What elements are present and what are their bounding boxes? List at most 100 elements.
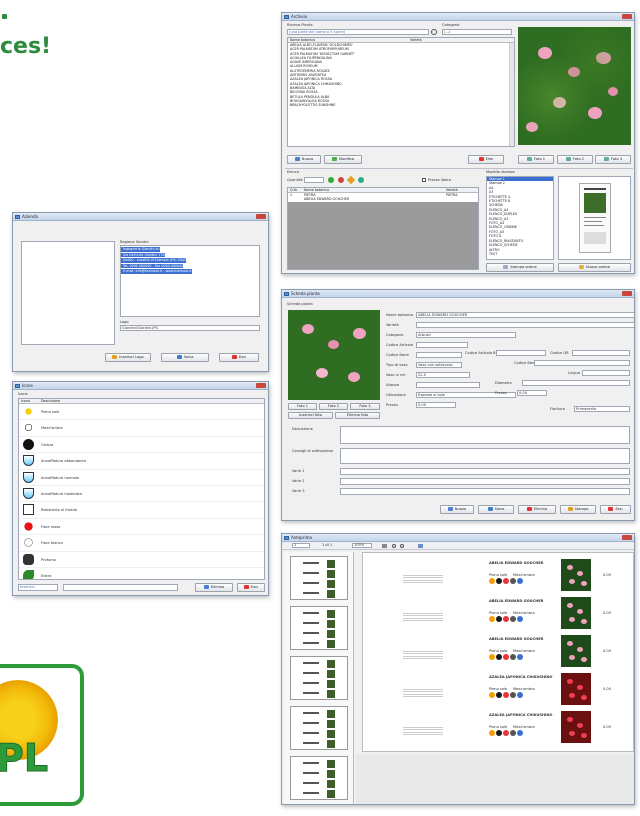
category-select[interactable]: (...) <box>442 29 512 35</box>
text-area[interactable] <box>340 488 630 495</box>
icons-list[interactable]: Icona Descrizione Pieno sole Mezz'ombra Omb… <box>18 398 265 580</box>
exit-button[interactable]: Esci <box>219 353 259 362</box>
zoom-out-icon[interactable] <box>400 544 404 548</box>
photo2-button[interactable]: Foto 2 <box>557 155 593 164</box>
list-item[interactable]: BRACHYGLOTTIS SUNSHINE <box>288 103 514 107</box>
edit-icon[interactable] <box>346 175 356 185</box>
save-button[interactable]: Salva <box>161 353 209 362</box>
list-item[interactable]: Resistente al freddo <box>19 502 264 519</box>
company-textarea[interactable]: Ingegneria Giardini srl Via Dell'Arte Gia… <box>120 245 260 317</box>
thumbnail-page[interactable] <box>290 606 348 650</box>
thumb-photo <box>327 570 335 578</box>
thumbnail-page[interactable] <box>290 656 348 700</box>
price2-field[interactable]: 0.00 <box>517 390 547 396</box>
new-order-button[interactable]: Nuovo ordine <box>558 263 631 272</box>
close-button[interactable] <box>256 214 266 219</box>
text-area[interactable] <box>340 448 630 464</box>
field-input[interactable]: 22.0 <box>416 372 470 378</box>
photo1-button[interactable]: Foto 1 <box>518 155 554 164</box>
layout-item[interactable]: TEST <box>487 252 553 256</box>
insert-logo-button[interactable]: Inserisci Logo <box>105 353 151 362</box>
list-item[interactable]: Profumo <box>19 552 264 568</box>
clear-icon[interactable] <box>358 177 364 183</box>
free-price-checkbox[interactable] <box>422 178 426 182</box>
add-icon[interactable] <box>328 177 334 183</box>
code-article-b-field[interactable] <box>496 350 546 356</box>
field-input[interactable]: Arbusti <box>416 332 516 338</box>
photo3-button[interactable]: Foto 3 <box>350 403 380 410</box>
photo3-button[interactable]: Foto 3 <box>595 155 631 164</box>
thumbnail-page[interactable] <box>290 756 348 800</box>
code-qr-field[interactable] <box>572 350 630 356</box>
zoom-in-icon[interactable] <box>392 544 396 548</box>
list-item[interactable]: Annaffiatura abbondante <box>19 453 264 470</box>
export-icon[interactable] <box>418 544 423 548</box>
field-input[interactable] <box>416 352 462 358</box>
insert-photo-button[interactable]: Inserisci foto <box>288 412 333 419</box>
care-icon <box>489 578 495 584</box>
text-area[interactable] <box>340 426 630 444</box>
search-icon[interactable] <box>431 29 437 35</box>
search-input[interactable]: (una parte del nome o il nome) <box>287 29 429 35</box>
new-button[interactable]: Nuova <box>440 505 474 514</box>
code-b-field[interactable] <box>534 360 630 366</box>
photo2-button[interactable]: Foto 2 <box>319 403 348 410</box>
icon-desc-input[interactable] <box>63 584 178 591</box>
close-button[interactable] <box>622 535 632 540</box>
delete-plant-button[interactable]: Elim <box>468 155 504 164</box>
list-item[interactable]: Ombra <box>19 437 264 454</box>
field-input[interactable]: 0.00 <box>416 402 456 408</box>
field-input[interactable] <box>416 382 480 388</box>
plant-list[interactable]: Nome botanico Varietà ABELIA ALBO-FLAVEN… <box>287 37 515 147</box>
print-button[interactable]: Stampa <box>560 505 596 514</box>
logo-path-field[interactable]: Giardini\Giardini.JPG <box>120 325 260 331</box>
field-input[interactable]: Vaso con sottovaso <box>416 362 462 368</box>
list-item[interactable]: Edera <box>19 568 264 579</box>
list-item[interactable]: Fiore rosso <box>19 519 264 536</box>
preview-toolbar: 1 1 di 1 100% <box>282 542 634 550</box>
list-item[interactable]: Annaffiatura normale <box>19 470 264 486</box>
remove-icon[interactable] <box>338 177 344 183</box>
table-row[interactable]: ABELIA EDWARD GOUCHER <box>288 197 478 201</box>
fioritura-select[interactable]: Primaverile <box>574 406 630 412</box>
field-input[interactable] <box>416 322 634 328</box>
new-plant-button[interactable]: Nuova <box>287 155 321 164</box>
lang-field[interactable] <box>582 370 630 376</box>
thumbnail-page[interactable] <box>290 706 348 750</box>
close-button[interactable] <box>622 14 632 19</box>
card-caption: Mezz'ombra <box>513 649 535 653</box>
close-button[interactable] <box>622 291 632 296</box>
page-field[interactable]: 1 <box>292 543 310 548</box>
list-item[interactable]: Fiore bianco <box>19 535 264 552</box>
text-area[interactable] <box>340 468 630 475</box>
list-item[interactable]: Mezz'ombra <box>19 420 264 437</box>
delete-photo-button[interactable]: Elimina foto <box>335 412 380 419</box>
photo1-button[interactable]: Foto 1 <box>288 403 317 410</box>
list-item[interactable]: Pieno sole <box>19 404 264 421</box>
diameter-field[interactable] <box>522 380 630 386</box>
close-button[interactable] <box>256 383 266 388</box>
zoom-select[interactable]: 100% <box>352 543 372 548</box>
care-icon <box>489 730 495 736</box>
modify-plant-button[interactable]: Modifica <box>324 155 362 164</box>
delete-button[interactable]: Elimina <box>518 505 556 514</box>
list-scrollbar[interactable] <box>509 43 514 146</box>
thumbnail-page[interactable] <box>290 556 348 600</box>
order-list[interactable]: Q.tà Nome botanico Varietà 1 PIETRA PIETRA… <box>287 187 479 270</box>
text-area[interactable] <box>340 478 630 485</box>
delete-icon-button[interactable]: Elimina <box>195 583 233 592</box>
print-icon[interactable] <box>382 544 387 548</box>
qty-input[interactable] <box>304 177 324 183</box>
exit-button[interactable]: Esci <box>600 505 631 514</box>
field-value: 22.0 <box>418 373 427 377</box>
field-input[interactable] <box>416 342 468 348</box>
exit-button[interactable]: Esci <box>237 583 265 592</box>
care-icon <box>517 692 523 698</box>
icon-name-input[interactable]: Inserisci <box>18 584 58 591</box>
print-order-button[interactable]: Stampa ordine <box>486 263 554 272</box>
thumb-line <box>303 782 319 784</box>
field-input[interactable]: ABELIA EDWARD GOUCHER <box>416 312 634 318</box>
list-item[interactable]: Annaffiatura moderata <box>19 486 264 503</box>
layout-list[interactable]: Stampe 1 Stampe 2 A4 A3 ETICHETTE 4 ETICHETTE… <box>486 176 554 260</box>
save-button[interactable]: Salva <box>478 505 514 514</box>
